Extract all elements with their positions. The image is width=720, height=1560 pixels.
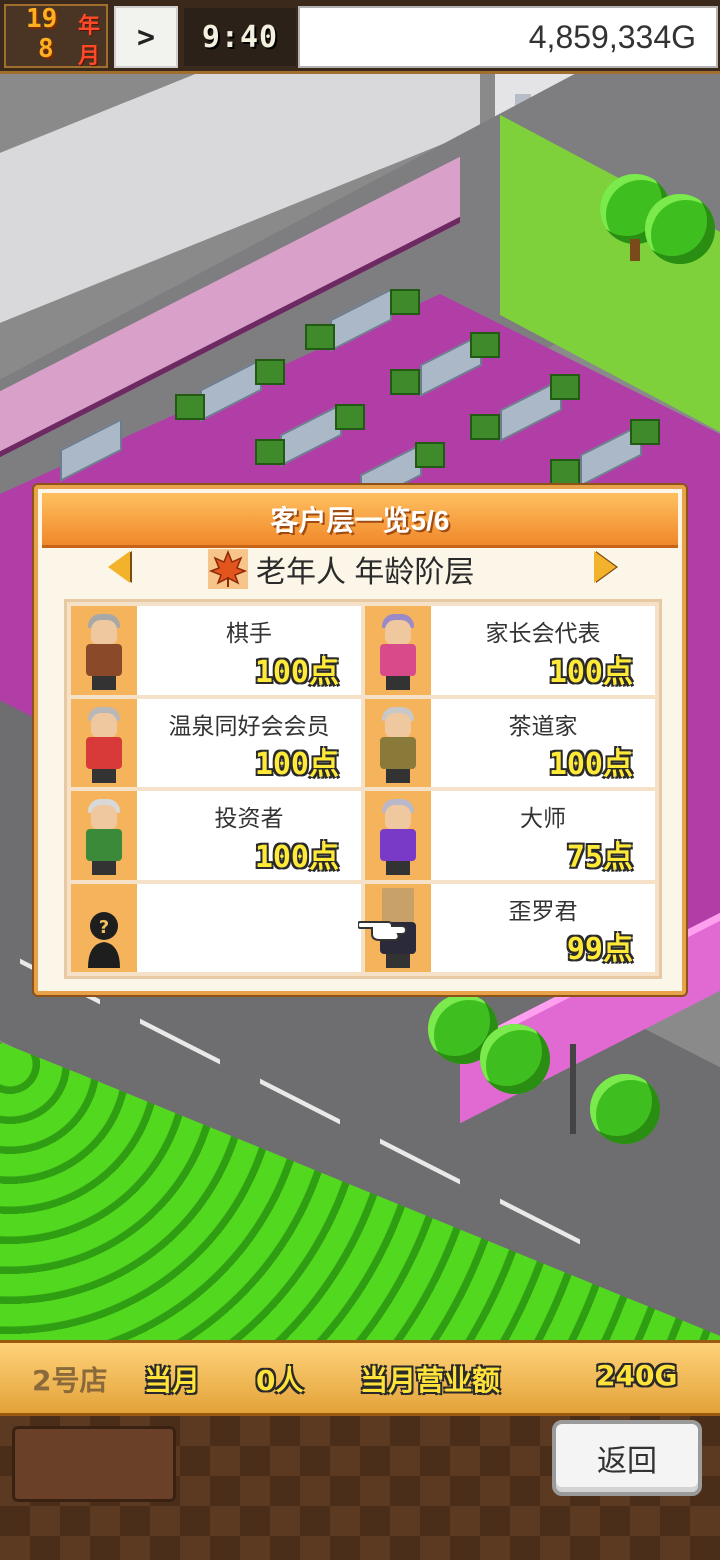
date-display: 19 年 8 月 (4, 4, 108, 69)
avatar-face (91, 712, 117, 737)
avatar-body (86, 644, 122, 676)
speed-clock-button[interactable]: > (114, 6, 178, 68)
back-button[interactable]: 返回 (552, 1420, 702, 1496)
customer-avatar: ? (71, 883, 137, 972)
customer-card[interactable]: 棋手 100点 (71, 606, 361, 695)
customer-points: 100点 (254, 654, 339, 690)
tree (480, 1024, 550, 1094)
avatar-face (385, 620, 411, 644)
chair (175, 394, 205, 420)
customer-avatar (71, 698, 137, 787)
street-lamp (570, 1044, 576, 1134)
dialog-title-bar: 客户层一览5/6 (42, 493, 678, 548)
customer-name: 投资者 (214, 805, 284, 831)
customer-name: 歪罗君 (508, 897, 578, 924)
tree-trunk (630, 239, 640, 261)
customer-avatar (71, 606, 137, 695)
chair (305, 324, 335, 350)
customer-points: 100点 (548, 654, 633, 690)
svg-text:?: ? (99, 917, 109, 938)
year-unit: 年 (78, 14, 101, 39)
avatar-body (380, 829, 416, 861)
avatar-face (385, 712, 411, 737)
customer-avatar (365, 606, 431, 695)
speed-indicator: > (136, 19, 156, 55)
tree (590, 1074, 660, 1144)
customer-points: 75点 (566, 839, 633, 875)
avatar-body (86, 829, 122, 861)
customer-card[interactable]: 歪罗君 99点 (365, 883, 655, 972)
customer-card[interactable]: 大师 75点 (365, 791, 655, 880)
money-display: 4,859,334G (298, 6, 718, 68)
left-menu-panel[interactable] (12, 1426, 176, 1502)
avatar-face (91, 620, 117, 644)
avatar-legs (92, 768, 116, 783)
chair (255, 359, 285, 385)
customer-card[interactable]: 家长会代表 100点 (365, 606, 655, 695)
store-info-bar: 2号店 当月 0人 当月营业额 240G (0, 1340, 720, 1416)
customer-name: 温泉同好会会员 (168, 712, 330, 739)
customer-list-dialog: 客户层一览5/6 老年人 年龄阶层 棋手 100点 家长会代表 100点 温泉同… (34, 485, 686, 995)
customer-avatar (365, 791, 431, 880)
money-value: 4,859,334G (528, 18, 696, 55)
next-page-arrow-icon[interactable] (594, 551, 616, 583)
avatar-body (380, 644, 416, 676)
customer-card[interactable]: 温泉同好会会员 100点 (71, 698, 361, 787)
maple-leaf-icon (208, 549, 248, 589)
customer-card[interactable]: 投资者 100点 (71, 791, 361, 880)
chair (390, 289, 420, 315)
avatar-legs (386, 676, 410, 690)
unknown-silhouette-icon: ? (88, 911, 120, 968)
avatar-legs (92, 676, 116, 690)
visitor-count: 0人 (256, 1364, 304, 1397)
time-value: 9:40 (201, 19, 279, 55)
category-header: 老年人 年龄阶层 (208, 547, 474, 591)
customer-avatar (71, 791, 137, 880)
month-label: 当月 (144, 1364, 201, 1397)
customer-points: 100点 (254, 747, 339, 782)
category-label: 老年人 年龄阶层 (256, 556, 475, 589)
prev-page-arrow-icon[interactable] (108, 551, 130, 583)
pointing-hand-icon (358, 921, 408, 941)
customer-points: 99点 (566, 932, 633, 967)
chair (550, 374, 580, 400)
avatar-body (86, 736, 122, 769)
customer-name: 大师 (520, 805, 566, 831)
customer-points: 100点 (548, 747, 633, 782)
avatar-body (380, 736, 416, 769)
store-label: 2号店 (32, 1364, 108, 1397)
bottom-control-area: 返回 (0, 1416, 720, 1560)
customer-points: 100点 (254, 839, 339, 875)
avatar-legs (386, 861, 410, 875)
month-unit: 月 (78, 44, 101, 69)
avatar-legs (92, 861, 116, 875)
tree (645, 194, 715, 264)
avatar-face (91, 805, 117, 829)
customer-name: 棋手 (226, 620, 272, 646)
chair (470, 414, 500, 440)
customer-card-locked[interactable]: ? (71, 883, 361, 972)
status-bar: 19 年 8 月 > 9:40 4,859,334G (0, 0, 720, 74)
chair (550, 459, 580, 485)
chair (390, 369, 420, 395)
avatar-legs (386, 768, 410, 783)
customer-name: 茶道家 (508, 712, 578, 739)
dialog-title: 客户层一览5/6 (270, 505, 450, 536)
chair (630, 419, 660, 445)
avatar-legs (386, 953, 410, 968)
customer-avatar (365, 698, 431, 787)
chair (335, 404, 365, 430)
sales-label: 当月营业额 (360, 1364, 501, 1397)
chair (415, 442, 445, 468)
avatar-face (385, 805, 411, 829)
chair (470, 332, 500, 358)
sales-value: 240G (596, 1359, 678, 1392)
customer-card[interactable]: 茶道家 100点 (365, 698, 655, 787)
month-value: 8 (38, 34, 54, 64)
customer-name: 家长会代表 (485, 620, 601, 646)
chair (255, 439, 285, 465)
year-value: 19 (26, 4, 58, 34)
time-display: 9:40 (184, 8, 296, 66)
